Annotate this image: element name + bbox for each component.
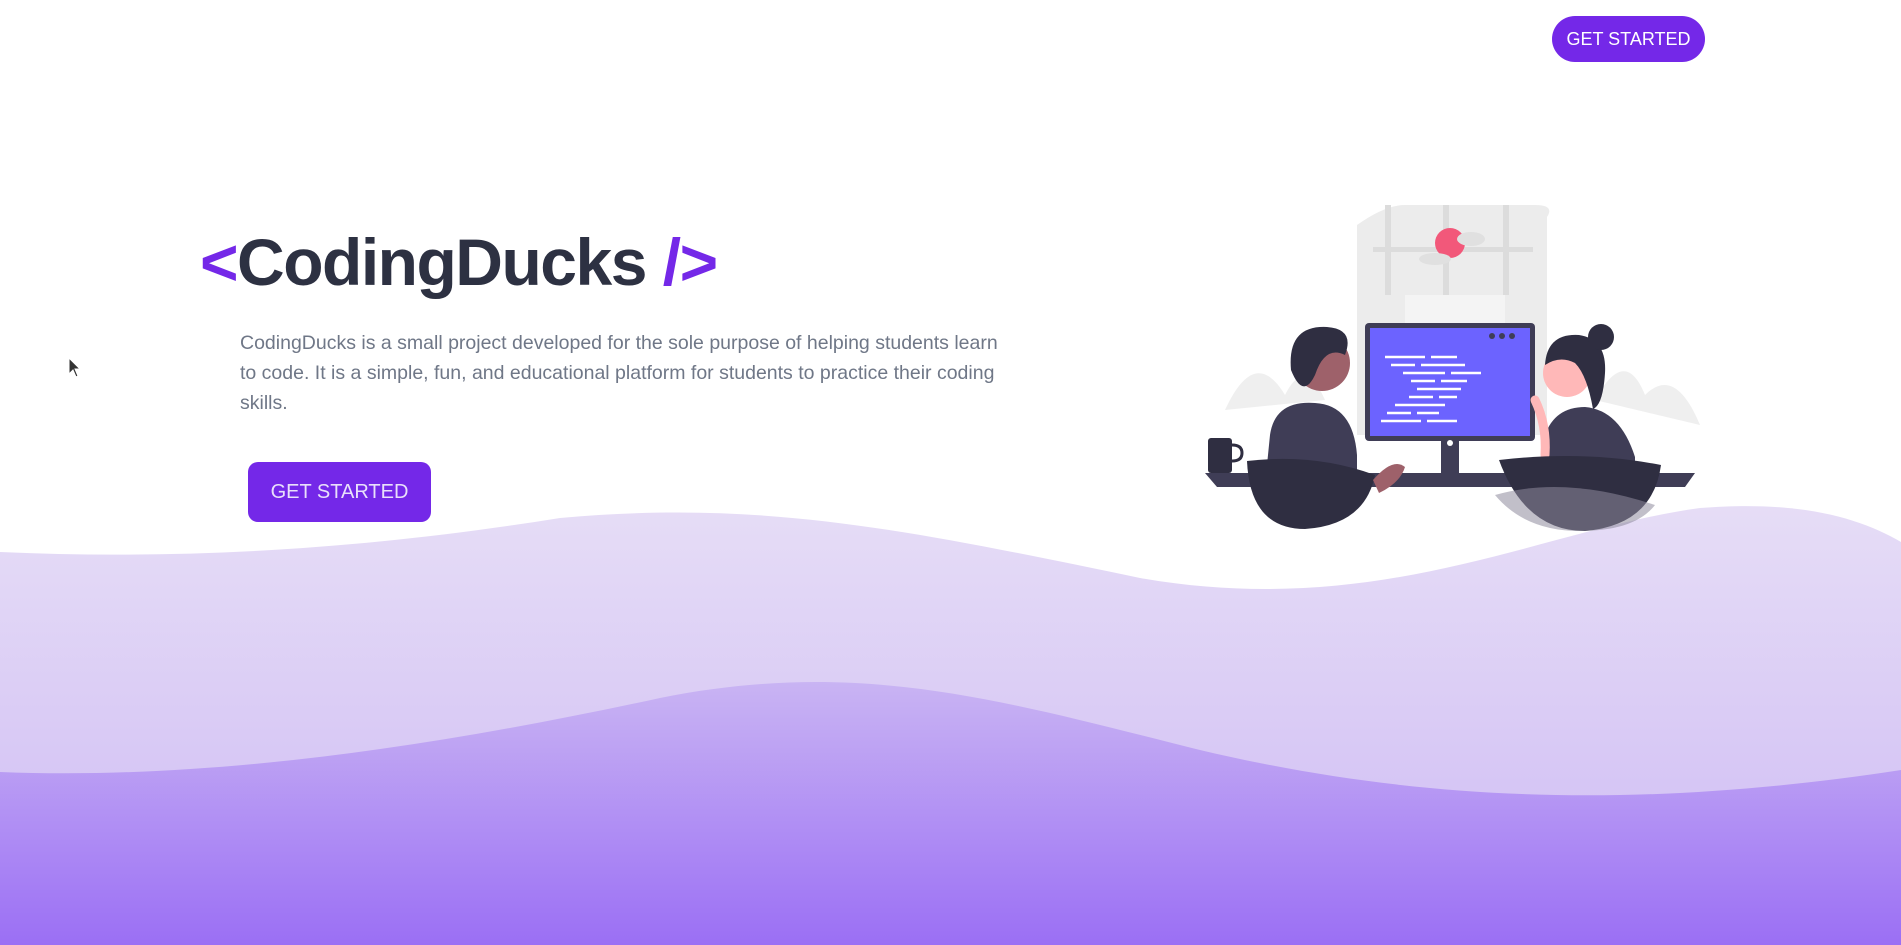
brand-name: CodingDucks xyxy=(237,225,647,299)
two-people-coding-illustration xyxy=(1205,205,1700,531)
nav-get-started-button[interactable]: GET STARTED xyxy=(1552,16,1705,62)
title-close-bracket: /> xyxy=(662,225,718,299)
background-waves xyxy=(0,506,1901,945)
title-open-bracket: < xyxy=(200,225,239,299)
hero-description: CodingDucks is a small project developed… xyxy=(240,332,998,414)
hero-title: <CodingDucks /> xyxy=(200,222,718,302)
mug xyxy=(1208,438,1232,473)
landing-page: GET STARTED <CodingDucks /> CodingDucks … xyxy=(0,0,1901,945)
mouse-cursor-icon xyxy=(68,357,82,378)
